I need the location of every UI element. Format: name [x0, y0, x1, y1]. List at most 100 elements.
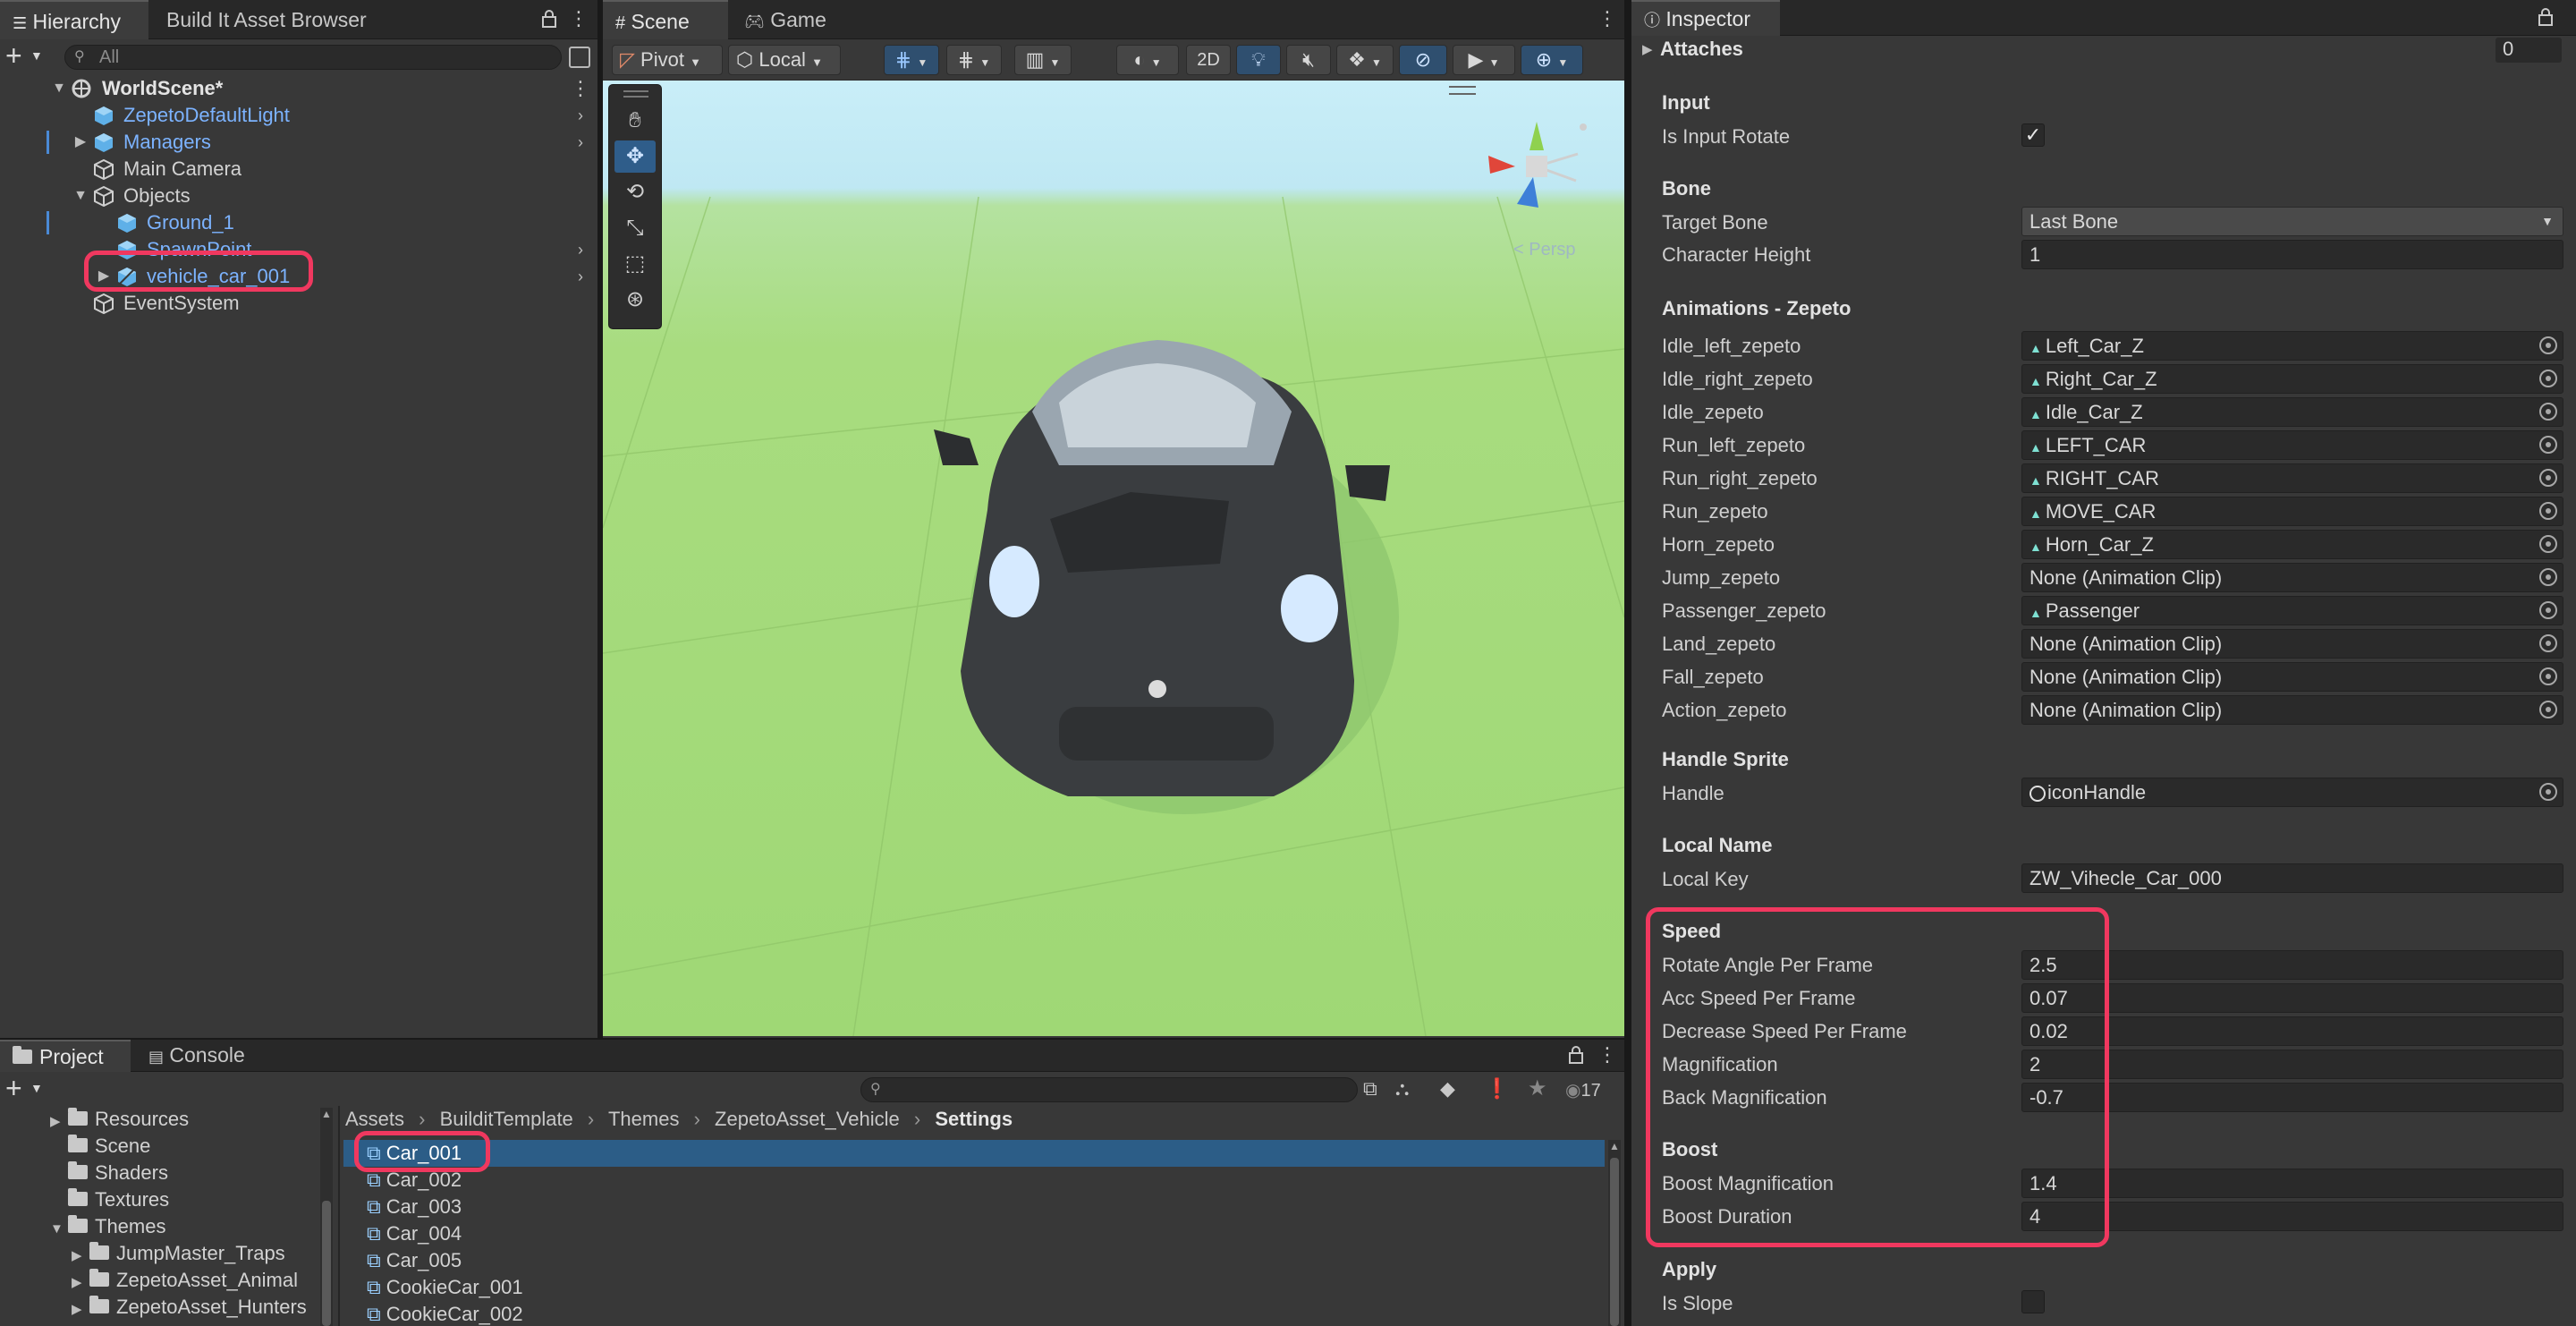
file-item-cookiecar-002[interactable]: ⧉ CookieCar_002: [367, 1301, 523, 1326]
attaches-row[interactable]: ▶ Attaches 0: [1642, 36, 2563, 66]
folder-item-themes[interactable]: ▼ Themes: [50, 1213, 165, 1240]
breadcrumb-assets[interactable]: Assets: [345, 1108, 404, 1130]
tab-inspector[interactable]: ⓘ Inspector: [1631, 0, 1780, 36]
is-slope-checkbox[interactable]: [2021, 1290, 2045, 1313]
ruler-toggle[interactable]: ▥ ▼: [1014, 45, 1072, 75]
object-picker-icon[interactable]: [2539, 701, 2557, 718]
palette-handle[interactable]: [623, 90, 648, 98]
scroll-thumb[interactable]: [322, 1201, 331, 1326]
folder-item-scene[interactable]: Scene: [50, 1133, 150, 1160]
scroll-up-arrow-icon[interactable]: ▲: [321, 1108, 332, 1120]
rotate-tool-button[interactable]: ⟲: [614, 176, 656, 208]
expand-arrow-icon[interactable]: ▶: [1642, 41, 1653, 57]
lighting-toggle[interactable]: 💡︎: [1236, 45, 1281, 75]
perspective-label[interactable]: < Persp: [1513, 240, 1575, 260]
expand-arrow-icon[interactable]: ▼: [50, 1216, 68, 1243]
object-picker-icon[interactable]: [2539, 436, 2557, 454]
move-tool-button[interactable]: ✥: [614, 140, 656, 173]
tab-game[interactable]: 🎮︎ Game: [732, 0, 839, 39]
hierarchy-item-main-camera[interactable]: Main Camera: [0, 156, 597, 183]
animation-clip-field[interactable]: ▲ Horn_Car_Z: [2021, 530, 2563, 559]
dropdown-arrow-icon[interactable]: ▼: [30, 48, 43, 63]
project-search-input[interactable]: ⚲: [860, 1077, 1358, 1102]
tab-hierarchy[interactable]: ☰ Hierarchy: [0, 0, 148, 39]
folder-item-textures[interactable]: Textures: [50, 1186, 169, 1213]
transform-tool-button[interactable]: ⊛: [614, 284, 656, 316]
target-bone-dropdown[interactable]: Last Bone ▼: [2021, 207, 2563, 236]
chevron-right-icon[interactable]: ›: [578, 129, 583, 156]
lock-icon[interactable]: [540, 9, 558, 29]
tab-scene[interactable]: # Scene: [603, 0, 728, 39]
effects-dropdown[interactable]: ❖ ▼: [1336, 45, 1394, 75]
chevron-right-icon[interactable]: ›: [578, 263, 583, 290]
warning-icon[interactable]: ❗: [1485, 1077, 1509, 1101]
folder-item-zepetoasset-hunters[interactable]: ▶ ZepetoAsset_Hunters: [72, 1294, 315, 1321]
tab-build-it-asset-browser[interactable]: Build It Asset Browser: [154, 0, 379, 39]
overlay-menu-icon[interactable]: [1449, 86, 1476, 95]
search-input[interactable]: ⚲ All: [64, 45, 562, 70]
hierarchy-item-eventsystem[interactable]: EventSystem: [0, 290, 597, 317]
object-picker-icon[interactable]: [2539, 601, 2557, 619]
folder-tree-scrollbar[interactable]: ▲: [320, 1108, 333, 1326]
folder-item-shaders[interactable]: Shaders: [50, 1160, 168, 1186]
animation-clip-field[interactable]: None (Animation Clip): [2021, 662, 2563, 692]
dropdown-arrow-icon[interactable]: ▼: [30, 1081, 43, 1095]
hierarchy-item-managers[interactable]: ▶ Managers ›: [0, 129, 597, 156]
lock-icon[interactable]: [2537, 7, 2555, 27]
animation-clip-field[interactable]: ▲ Right_Car_Z: [2021, 364, 2563, 394]
visibility-toggle[interactable]: ⊘: [1399, 45, 1447, 75]
breadcrumb-themes[interactable]: Themes: [608, 1108, 679, 1130]
chevron-right-icon[interactable]: ›: [578, 236, 583, 263]
expand-arrow-icon[interactable]: ▼: [72, 183, 89, 209]
search-by-type-icon[interactable]: ⧉: [1363, 1077, 1377, 1101]
animation-clip-field[interactable]: ▲ Left_Car_Z: [2021, 331, 2563, 361]
animation-clip-field[interactable]: ▲ RIGHT_CAR: [2021, 463, 2563, 493]
animation-clip-field[interactable]: None (Animation Clip): [2021, 695, 2563, 725]
camera-dropdown[interactable]: ▶︎ ▼: [1453, 45, 1515, 75]
scene-menu-icon[interactable]: ⋮: [571, 75, 590, 102]
folder-item-zepetoasset-animal[interactable]: ▶ ZepetoAsset_Animal: [72, 1267, 298, 1294]
grid-snap-toggle[interactable]: ⋕ ▼: [884, 45, 939, 75]
object-picker-icon[interactable]: [2539, 535, 2557, 553]
expand-arrow-icon[interactable]: ▶: [72, 1270, 89, 1296]
breadcrumb-zepetoasset-vehicle[interactable]: ZepetoAsset_Vehicle: [715, 1108, 900, 1130]
scene-root-row[interactable]: ▼ WorldScene* ⋮: [0, 75, 597, 102]
object-picker-icon[interactable]: [2539, 667, 2557, 685]
vehicle-car-model[interactable]: [934, 295, 1399, 868]
object-picker-icon[interactable]: [2539, 336, 2557, 354]
scene-filter-icon[interactable]: [569, 47, 590, 68]
visibility-count[interactable]: ◉17: [1565, 1079, 1601, 1101]
toggle-2d-button[interactable]: 2D: [1186, 45, 1231, 75]
label-tag-icon[interactable]: ◆: [1440, 1077, 1455, 1101]
pivot-dropdown[interactable]: ◸ Pivot ▼: [612, 45, 723, 75]
file-item-car-004[interactable]: ⧉ Car_004: [367, 1220, 462, 1247]
character-height-input[interactable]: 1: [2021, 240, 2563, 269]
more-options-icon[interactable]: ⋮: [1597, 7, 1617, 30]
more-options-icon[interactable]: ⋮: [569, 7, 589, 30]
expand-arrow-icon[interactable]: ▼: [50, 75, 68, 102]
hierarchy-item-zepetodefaultlight[interactable]: ZepetoDefaultLight ›: [0, 102, 597, 129]
orientation-gizmo-icon[interactable]: [1479, 115, 1596, 222]
tab-project[interactable]: Project: [0, 1040, 131, 1072]
gizmos-dropdown[interactable]: ⊕ ▼: [1521, 45, 1583, 75]
chevron-right-icon[interactable]: ›: [578, 102, 583, 129]
audio-toggle[interactable]: 🔇︎: [1286, 45, 1331, 75]
file-item-car-003[interactable]: ⧉ Car_003: [367, 1194, 462, 1220]
breadcrumb-builditemplate[interactable]: BuilditTemplate: [440, 1108, 573, 1130]
animation-clip-field[interactable]: None (Animation Clip): [2021, 629, 2563, 659]
folder-item-resources[interactable]: ▶ Resources: [50, 1106, 189, 1133]
file-item-cookiecar-001[interactable]: ⧉ CookieCar_001: [367, 1274, 523, 1301]
more-options-icon[interactable]: ⋮: [1597, 1043, 1617, 1067]
scale-tool-button[interactable]: ⤡: [614, 212, 656, 244]
object-picker-icon[interactable]: [2539, 634, 2557, 652]
add-icon[interactable]: +: [5, 41, 22, 70]
attaches-count[interactable]: 0: [2496, 38, 2562, 63]
object-picker-icon[interactable]: [2539, 370, 2557, 387]
favorites-star-icon[interactable]: ★: [1528, 1075, 1547, 1101]
expand-arrow-icon[interactable]: ▶: [72, 129, 89, 156]
handle-sprite-field[interactable]: iconHandle: [2021, 778, 2563, 807]
hierarchy-item-objects[interactable]: ▼ Objects: [0, 183, 597, 209]
increment-snap-toggle[interactable]: ⋕ ▼: [946, 45, 1002, 75]
file-item-car-005[interactable]: ⧉ Car_005: [367, 1247, 462, 1274]
expand-arrow-icon[interactable]: ▶: [72, 1296, 89, 1321]
